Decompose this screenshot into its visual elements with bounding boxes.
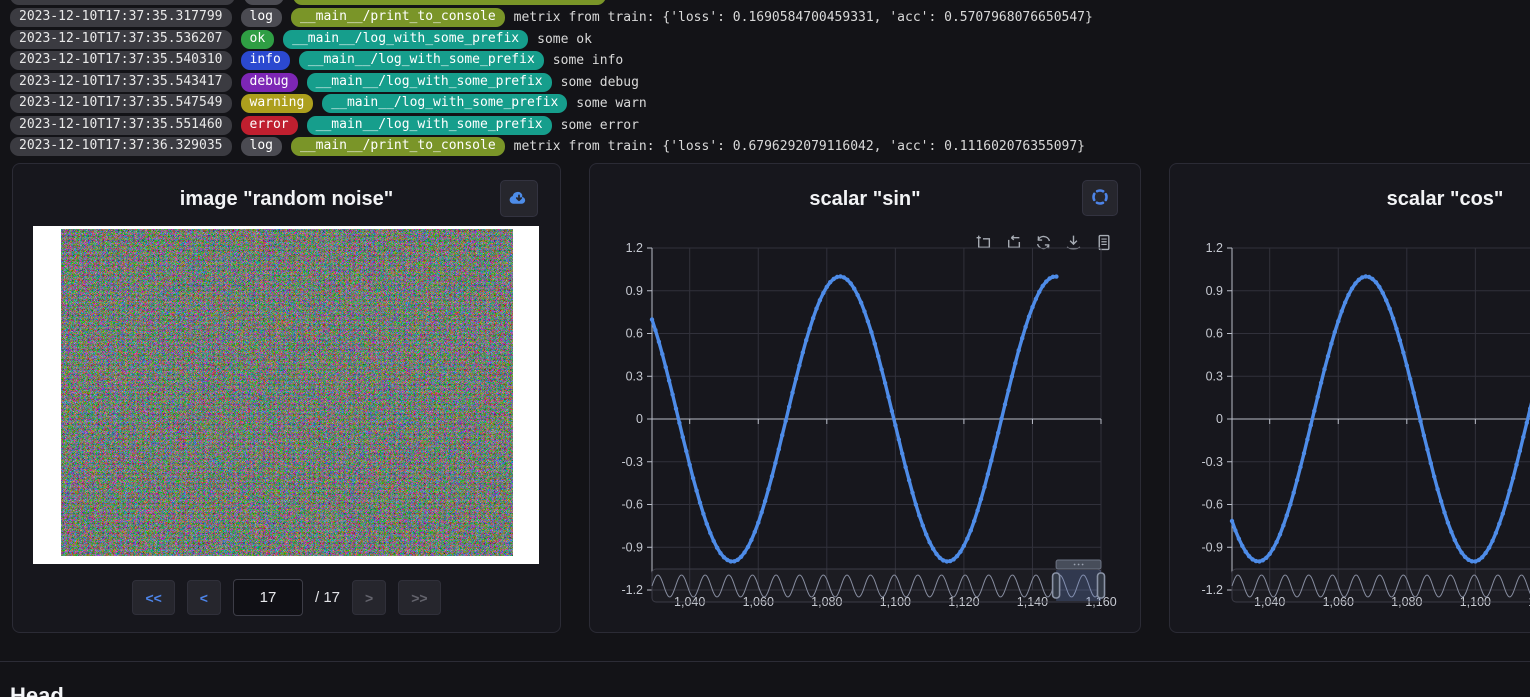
- timestamp-chip: 2023-12-10T17:37:35.536207: [10, 30, 232, 49]
- cos-chart[interactable]: 1.20.90.60.30-0.3-0.6-0.9-1.21,0401,0601…: [1170, 164, 1530, 634]
- experiment-dashboard: 2023-12-10T17:37:35.317799 log __main__/pr…: [0, 0, 1530, 697]
- log-message: some ok: [537, 32, 592, 47]
- log-row: 2023-12-10T17:37:35.536207 ok __main__/log…: [10, 29, 1530, 51]
- timestamp-chip: [10, 0, 235, 5]
- svg-text:-0.3: -0.3: [1201, 455, 1223, 469]
- first-page-button[interactable]: <<: [132, 580, 174, 615]
- level-badge: ok: [241, 30, 275, 49]
- log-row: 2023-12-10T17:37:35.317799 log __main__/pr…: [10, 7, 1530, 29]
- datazoom-window: [1056, 570, 1101, 601]
- scalar-cos-card: scalar "cos" 1.20.90.60.30-0.3-0.6-0.9-1…: [1169, 163, 1530, 633]
- level-badge: [244, 0, 284, 5]
- timestamp-chip: 2023-12-10T17:37:35.543417: [10, 73, 232, 92]
- log-message: some info: [553, 53, 623, 68]
- svg-text:1.2: 1.2: [1206, 241, 1223, 255]
- datazoom-handle: [1098, 573, 1105, 598]
- level-badge: info: [241, 51, 290, 70]
- svg-text:-0.6: -0.6: [1201, 498, 1223, 512]
- svg-text:0.9: 0.9: [1206, 284, 1223, 298]
- svg-text:0: 0: [1216, 412, 1223, 426]
- svg-text:0.9: 0.9: [626, 284, 643, 298]
- scalar-sin-card: scalar "sin": [589, 163, 1141, 633]
- level-badge: log: [241, 137, 282, 156]
- page-number-input[interactable]: [233, 579, 303, 616]
- image-card: image "random noise" << <: [12, 163, 561, 633]
- sin-chart[interactable]: 1.20.90.60.30-0.3-0.6-0.9-1.21,0401,0601…: [590, 164, 1142, 634]
- log-row-clipped: [10, 0, 615, 5]
- level-badge: debug: [241, 73, 298, 92]
- image-card-title: image "random noise": [13, 188, 560, 211]
- log-console: 2023-12-10T17:37:35.317799 log __main__/pr…: [10, 0, 1530, 158]
- module-badge: [293, 0, 606, 5]
- svg-text:-0.9: -0.9: [621, 540, 643, 554]
- svg-text:0.6: 0.6: [1206, 327, 1223, 341]
- module-badge: __main__/log_with_some_prefix: [322, 94, 567, 113]
- module-badge: __main__/log_with_some_prefix: [307, 116, 552, 135]
- log-message: some error: [561, 118, 639, 133]
- module-badge: __main__/print_to_console: [291, 8, 505, 27]
- last-page-button[interactable]: >>: [398, 580, 440, 615]
- log-rows: 2023-12-10T17:37:35.317799 log __main__/pr…: [10, 0, 1530, 158]
- log-message: some debug: [561, 75, 639, 90]
- svg-text:-1.2: -1.2: [621, 583, 643, 597]
- timestamp-chip: 2023-12-10T17:37:35.547549: [10, 94, 232, 113]
- svg-text:1.2: 1.2: [626, 241, 643, 255]
- image-frame: [33, 226, 539, 564]
- log-row: 2023-12-10T17:37:35.551460 error __main__/…: [10, 115, 1530, 137]
- svg-text:0.3: 0.3: [1206, 369, 1223, 383]
- svg-text:-1.2: -1.2: [1201, 583, 1223, 597]
- level-badge: log: [241, 8, 282, 27]
- svg-text:0: 0: [636, 412, 643, 426]
- log-row: 2023-12-10T17:37:36.329035 log __main__/pr…: [10, 136, 1530, 158]
- timestamp-chip: 2023-12-10T17:37:36.329035: [10, 137, 232, 156]
- module-badge: __main__/log_with_some_prefix: [307, 73, 552, 92]
- svg-text:-0.6: -0.6: [621, 498, 643, 512]
- next-page-button[interactable]: >: [352, 580, 386, 615]
- prev-page-button[interactable]: <: [187, 580, 221, 615]
- svg-text:0.6: 0.6: [626, 327, 643, 341]
- svg-text:-0.3: -0.3: [621, 455, 643, 469]
- page-total-label: / 17: [315, 589, 340, 606]
- image-pagination: << < / 17 > >>: [13, 579, 560, 616]
- footer-heading: Head: [10, 683, 64, 697]
- log-row: 2023-12-10T17:37:35.543417 debug __main__/…: [10, 72, 1530, 94]
- svg-text:-0.9: -0.9: [1201, 540, 1223, 554]
- log-message: metrix from train: {'loss': 0.6796292079…: [514, 139, 1085, 154]
- timestamp-chip: 2023-12-10T17:37:35.551460: [10, 116, 232, 135]
- level-badge: error: [241, 116, 298, 135]
- log-row: 2023-12-10T17:37:35.547549 warning __main_…: [10, 93, 1530, 115]
- module-badge: __main__/log_with_some_prefix: [283, 30, 528, 49]
- module-badge: __main__/print_to_console: [291, 137, 505, 156]
- log-message: metrix from train: {'loss': 0.1690584700…: [514, 10, 1093, 25]
- random-noise-image: [61, 229, 513, 556]
- section-divider: [0, 661, 1530, 662]
- log-row: 2023-12-10T17:37:35.540310 info __main__/l…: [10, 50, 1530, 72]
- cloud-download-button[interactable]: [500, 180, 538, 217]
- cloud-download-icon: [508, 189, 530, 209]
- datazoom-handle: [1053, 573, 1060, 598]
- module-badge: __main__/log_with_some_prefix: [299, 51, 544, 70]
- svg-text:0.3: 0.3: [626, 369, 643, 383]
- log-message: some warn: [576, 96, 646, 111]
- level-badge: warning: [241, 94, 314, 113]
- timestamp-chip: 2023-12-10T17:37:35.317799: [10, 8, 232, 27]
- timestamp-chip: 2023-12-10T17:37:35.540310: [10, 51, 232, 70]
